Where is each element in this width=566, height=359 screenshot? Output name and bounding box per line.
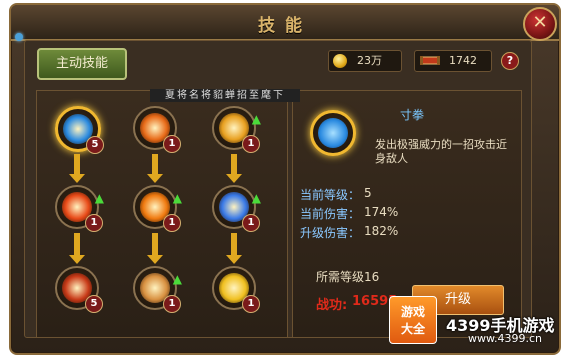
skill-node[interactable]: 1 bbox=[212, 266, 260, 313]
skill-name: 寸拳 bbox=[400, 108, 425, 122]
skill-description: 发出极强威力的一招攻击近身敌人 bbox=[375, 138, 507, 165]
skill-level-badge: 1 bbox=[163, 135, 181, 153]
title-bar: 技能 ✕ bbox=[11, 5, 559, 41]
help-icon: ? bbox=[506, 54, 514, 67]
gold-coin-icon bbox=[333, 54, 347, 68]
window-title: 技能 bbox=[258, 16, 312, 36]
skill-level-badge: 1 bbox=[163, 214, 181, 232]
corner-gem-icon bbox=[15, 33, 23, 41]
watermark-logo: 游戏 大全 bbox=[389, 296, 437, 344]
close-icon: ✕ bbox=[532, 12, 548, 33]
help-button[interactable]: ? bbox=[501, 52, 519, 70]
watermark-logo-top: 游戏 bbox=[400, 305, 425, 319]
skill-node[interactable]: 1 ▲ bbox=[133, 185, 182, 232]
upgrade-available-icon: ▲ bbox=[172, 191, 182, 205]
current-damage-label: 当前伤害： bbox=[300, 207, 361, 221]
watermark-logo-bottom: 大全 bbox=[400, 322, 425, 336]
tab-active-skills[interactable]: 主动技能 bbox=[37, 48, 127, 80]
scroll-counter: 1742 bbox=[414, 50, 492, 72]
next-damage-label: 升级伤害： bbox=[300, 226, 361, 240]
next-damage-value: 182% bbox=[364, 224, 399, 238]
fist-icon bbox=[318, 118, 348, 148]
skill-level-badge: 1 bbox=[242, 135, 260, 153]
current-level-label: 当前等级： bbox=[300, 188, 361, 202]
skill-level-badge: 1 bbox=[163, 295, 181, 313]
current-level-value: 5 bbox=[364, 186, 372, 200]
gold-value: 23万 bbox=[357, 54, 382, 67]
upgrade-available-icon: ▲ bbox=[251, 112, 261, 126]
skill-node[interactable]: 1 bbox=[133, 106, 181, 153]
upgrade-available-icon: ▲ bbox=[251, 191, 261, 205]
selected-skill-icon bbox=[310, 110, 356, 156]
skill-node[interactable]: 5 bbox=[55, 266, 103, 313]
required-level: 所需等级16 bbox=[316, 270, 380, 284]
gold-counter: 23万 bbox=[328, 50, 402, 72]
skill-node[interactable]: 5 bbox=[55, 106, 104, 154]
watermark-url: www.4399.cn bbox=[468, 332, 542, 345]
close-button[interactable]: ✕ bbox=[523, 7, 557, 41]
upgrade-available-icon: ▲ bbox=[94, 191, 104, 205]
upgrade-available-icon: ▲ bbox=[172, 272, 182, 286]
tab-label: 主动技能 bbox=[55, 56, 108, 71]
skill-node[interactable]: 1 ▲ bbox=[55, 185, 104, 232]
skill-level-badge: 1 bbox=[242, 214, 260, 232]
skill-level-badge: 1 bbox=[85, 214, 103, 232]
skill-node[interactable]: 1 ▲ bbox=[212, 185, 261, 232]
skill-level-badge: 5 bbox=[86, 136, 104, 154]
scroll-icon bbox=[420, 56, 440, 65]
skill-level-badge: 1 bbox=[242, 295, 260, 313]
skill-node[interactable]: 1 ▲ bbox=[212, 106, 261, 153]
skill-level-badge: 5 bbox=[85, 295, 103, 313]
announcement-banner: 夏将名将貂蝉招至麾下 bbox=[150, 89, 300, 102]
power-label: 战功: bbox=[316, 298, 348, 313]
current-damage-value: 174% bbox=[364, 205, 399, 219]
scroll-value: 1742 bbox=[449, 54, 477, 67]
skill-node[interactable]: 1 ▲ bbox=[133, 266, 182, 313]
